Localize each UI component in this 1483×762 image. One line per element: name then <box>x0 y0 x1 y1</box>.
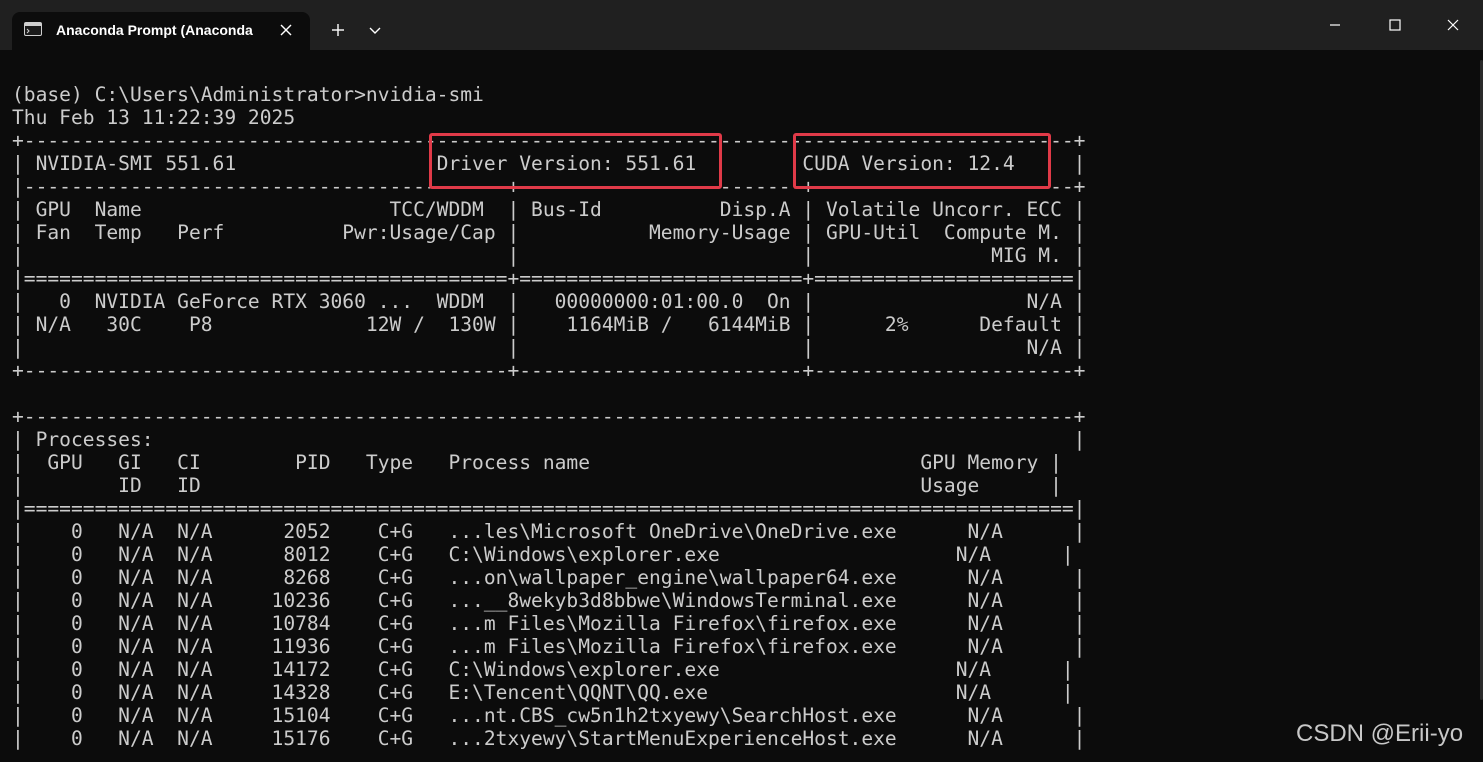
chevron-down-icon[interactable] <box>360 14 390 46</box>
new-tab-button[interactable] <box>322 14 354 46</box>
tab-title: Anaconda Prompt (Anaconda <box>56 22 253 38</box>
term-line: | N/A 30C P8 12W / 130W | 1164MiB / 6144… <box>12 313 1086 336</box>
close-window-button[interactable] <box>1430 6 1476 42</box>
term-line: | 0 N/A N/A 8012 C+G C:\Windows\explorer… <box>12 543 1074 566</box>
term-line: | 0 N/A N/A 14172 C+G C:\Windows\explore… <box>12 658 1074 681</box>
term-line: |---------------------------------------… <box>12 175 1086 198</box>
terminal-output[interactable]: (base) C:\Users\Administrator>nvidia-smi… <box>12 83 1472 762</box>
term-line: | 0 N/A N/A 11936 C+G ...m Files\Mozilla… <box>12 635 1086 658</box>
tab-anaconda-prompt[interactable]: Anaconda Prompt (Anaconda <box>12 12 310 50</box>
term-line: +---------------------------------------… <box>12 129 1086 152</box>
term-line: | | | MIG M. | <box>12 244 1086 267</box>
term-line: | 0 N/A N/A 10236 C+G ...__8wekyb3d8bbwe… <box>12 589 1086 612</box>
term-line: | ID ID Usage | <box>12 474 1062 497</box>
term-line: | Processes: | <box>12 428 1086 451</box>
cuda-version-highlight <box>793 133 1051 189</box>
term-line: | 0 N/A N/A 15176 C+G ...2txyewy\StartMe… <box>12 727 1086 750</box>
term-line: | | | N/A | <box>12 336 1086 359</box>
terminal-window: Anaconda Prompt (Anaconda (base) C:\User… <box>0 0 1483 762</box>
term-line: +---------------------------------------… <box>12 359 1086 382</box>
watermark: CSDN @Erii-yo <box>1296 720 1464 747</box>
maximize-button[interactable] <box>1372 6 1418 42</box>
terminal-icon <box>24 22 42 36</box>
driver-version-highlight <box>429 133 722 189</box>
term-line: (base) C:\Users\Administrator>nvidia-smi <box>12 83 484 106</box>
close-tab-icon[interactable] <box>276 20 296 40</box>
minimize-button[interactable] <box>1312 6 1358 42</box>
term-line: | 0 NVIDIA GeForce RTX 3060 ... WDDM | 0… <box>12 290 1086 313</box>
term-line: +---------------------------------------… <box>12 405 1086 428</box>
term-line: | NVIDIA-SMI 551.61 Driver Version: 551.… <box>12 152 1086 175</box>
term-line: | 0 N/A N/A 15104 C+G ...nt.CBS_cw5n1h2t… <box>12 704 1086 727</box>
term-line: | GPU Name TCC/WDDM | Bus-Id Disp.A | Vo… <box>12 198 1086 221</box>
term-line: | GPU GI CI PID Type Process name GPU Me… <box>12 451 1062 474</box>
term-line: Thu Feb 13 11:22:39 2025 <box>12 106 296 129</box>
term-line <box>12 382 1472 405</box>
term-line: | 0 N/A N/A 2052 C+G ...les\Microsoft On… <box>12 520 1086 543</box>
term-line: | 0 N/A N/A 14328 C+G E:\Tencent\QQNT\QQ… <box>12 681 1074 704</box>
term-line: | 0 N/A N/A 10784 C+G ...m Files\Mozilla… <box>12 612 1086 635</box>
term-line: |=======================================… <box>12 497 1086 520</box>
title-bar[interactable]: Anaconda Prompt (Anaconda <box>0 0 1483 50</box>
term-line: |=======================================… <box>12 267 1086 290</box>
term-line: | 0 N/A N/A 8268 C+G ...on\wallpaper_eng… <box>12 566 1086 589</box>
term-line: | Fan Temp Perf Pwr:Usage/Cap | Memory-U… <box>12 221 1086 244</box>
